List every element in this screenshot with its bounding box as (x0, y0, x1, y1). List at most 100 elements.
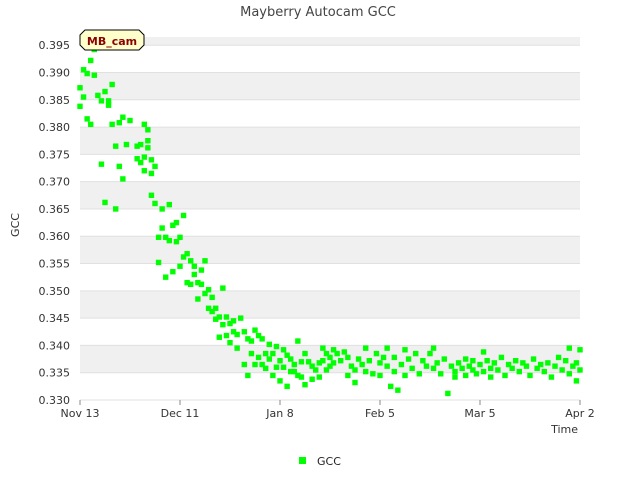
data-point (88, 57, 94, 64)
data-point (455, 360, 462, 366)
data-point (177, 234, 183, 241)
y-tick-label: 0.365 (39, 203, 71, 216)
data-point (566, 345, 572, 351)
x-tick-label: Apr 2 (565, 407, 595, 420)
site-label-tag: MB_cam (79, 29, 145, 51)
data-point (198, 267, 205, 273)
data-point (141, 121, 147, 128)
data-point (184, 251, 190, 257)
data-point (148, 192, 155, 198)
data-point (252, 327, 258, 333)
data-point (155, 234, 162, 241)
data-point (188, 281, 194, 287)
data-point (109, 121, 115, 128)
data-point (313, 367, 319, 373)
grid-band (80, 45, 580, 73)
data-point (488, 374, 494, 380)
data-point (363, 368, 369, 375)
data-point (438, 371, 444, 377)
data-point (470, 358, 476, 364)
data-point (516, 368, 522, 375)
data-point (205, 287, 212, 293)
data-point (288, 356, 294, 362)
data-point (120, 176, 126, 182)
data-point (259, 336, 265, 342)
data-point (320, 345, 326, 351)
data-point (127, 117, 133, 124)
data-point (188, 258, 194, 264)
data-point (163, 274, 169, 280)
data-point (123, 141, 130, 148)
data-point (113, 143, 119, 149)
data-point (195, 296, 201, 302)
data-point (263, 365, 269, 372)
data-point (338, 358, 344, 364)
x-tick-label: Feb 5 (365, 407, 395, 420)
x-tick-label: Dec 11 (161, 407, 200, 420)
data-point (255, 354, 262, 361)
data-point (398, 361, 405, 368)
data-point (345, 372, 351, 379)
x-tick-label: Nov 13 (61, 407, 100, 420)
data-point (102, 88, 108, 95)
data-point (509, 365, 515, 372)
data-point (270, 350, 276, 357)
data-point (577, 367, 583, 373)
data-point (316, 374, 322, 380)
data-point (427, 350, 433, 357)
data-point (334, 350, 340, 357)
data-point (248, 350, 255, 357)
data-point (148, 170, 155, 177)
data-point (530, 356, 537, 362)
data-point (116, 163, 122, 170)
data-point (377, 360, 383, 366)
data-point (109, 81, 115, 88)
data-point (98, 98, 105, 104)
y-tick-label: 0.375 (39, 148, 71, 161)
data-point (277, 358, 283, 364)
data-point (216, 314, 222, 320)
data-point (113, 206, 119, 212)
data-point (388, 383, 394, 390)
data-point (298, 374, 305, 380)
data-point (366, 358, 372, 364)
data-point (416, 371, 422, 377)
data-point (227, 339, 233, 346)
data-point (88, 121, 94, 128)
data-point (523, 363, 530, 369)
data-point (563, 358, 569, 364)
data-point (159, 225, 165, 231)
data-point (498, 354, 505, 361)
data-point (238, 315, 244, 321)
data-point (430, 345, 437, 351)
data-point (545, 360, 551, 366)
data-point (170, 269, 176, 275)
data-point (209, 294, 215, 301)
data-point (145, 127, 151, 133)
data-point (330, 360, 337, 366)
y-tick-label: 0.340 (39, 339, 71, 352)
data-point (277, 378, 283, 384)
data-point (263, 350, 269, 357)
legend: GCC (299, 455, 341, 468)
data-point (148, 157, 155, 163)
data-point (91, 72, 97, 78)
data-point (380, 354, 387, 361)
data-point (420, 358, 426, 364)
data-point (241, 361, 247, 368)
data-point (445, 390, 451, 397)
data-point (77, 85, 83, 91)
grid-band (80, 318, 580, 346)
data-point (266, 356, 272, 362)
data-point (155, 259, 162, 266)
data-point (548, 374, 555, 380)
y-tick-label: 0.395 (39, 39, 71, 52)
grid-band (80, 127, 580, 155)
data-point (120, 114, 126, 120)
data-point (280, 347, 287, 353)
data-point (480, 349, 487, 355)
data-point (377, 372, 383, 379)
data-point (573, 378, 580, 384)
y-tick-label: 0.385 (39, 94, 71, 107)
data-point (566, 371, 572, 377)
